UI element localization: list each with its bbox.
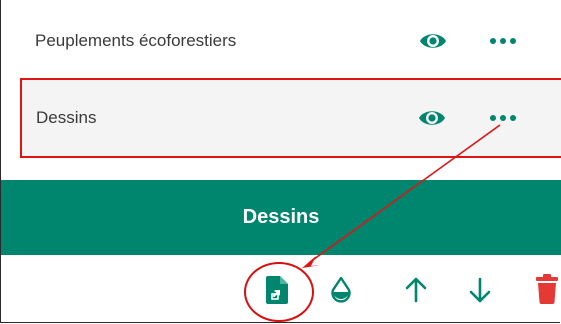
arrow-up-icon[interactable] bbox=[404, 276, 428, 304]
layer-label: Dessins bbox=[36, 108, 97, 127]
eye-icon[interactable] bbox=[418, 108, 446, 128]
panel-title: Dessins bbox=[242, 206, 320, 228]
more-horizontal-icon[interactable] bbox=[489, 114, 517, 122]
panel-title-bar: Dessins bbox=[1, 180, 561, 255]
eye-icon[interactable] bbox=[419, 31, 447, 51]
layer-row-peuplements[interactable]: Peuplements écoforestiers bbox=[1, 12, 561, 70]
layer-row-dessins[interactable]: Dessins bbox=[20, 78, 561, 158]
layer-label: Peuplements écoforestiers bbox=[35, 31, 237, 50]
fill-drop-icon[interactable] bbox=[330, 276, 352, 304]
arrow-down-icon[interactable] bbox=[468, 276, 492, 304]
more-horizontal-icon[interactable] bbox=[489, 37, 517, 45]
trash-icon[interactable] bbox=[536, 274, 558, 304]
highlight-circle bbox=[244, 262, 314, 322]
